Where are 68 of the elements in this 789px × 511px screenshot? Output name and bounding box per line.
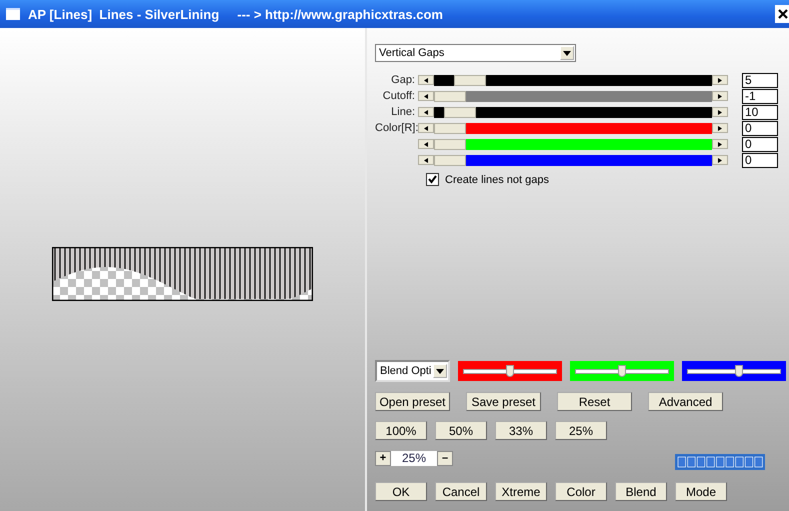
right-arrow-icon xyxy=(718,158,722,162)
slider-label: Cutoff: xyxy=(382,90,415,102)
left-arrow-icon xyxy=(424,126,428,130)
slider-thumb[interactable] xyxy=(506,364,514,376)
left-arrow-icon xyxy=(424,158,428,162)
close-icon xyxy=(778,9,788,19)
right-arrow-icon xyxy=(718,94,722,98)
caret-icon xyxy=(436,368,444,374)
zoom-button[interactable]: 25% xyxy=(555,421,607,440)
action-button[interactable]: Xtreme xyxy=(495,482,547,501)
slider[interactable] xyxy=(418,106,728,118)
preset-button[interactable]: Save preset xyxy=(466,392,541,411)
checkbox-label: Create lines not gaps xyxy=(445,174,549,186)
blend-slider[interactable] xyxy=(682,361,786,381)
preset-button[interactable]: Advanced xyxy=(648,392,723,411)
blend-slider[interactable] xyxy=(570,361,674,381)
zoom-out-button[interactable]: – xyxy=(437,450,453,466)
caret-icon xyxy=(563,50,571,56)
right-arrow-icon xyxy=(718,78,722,82)
right-arrow-icon xyxy=(718,126,722,130)
zoom-button[interactable]: 50% xyxy=(435,421,487,440)
slider-thumb[interactable] xyxy=(434,154,466,166)
zoom-button[interactable]: 100% xyxy=(375,421,427,440)
slider[interactable] xyxy=(418,138,728,150)
value-field[interactable]: 0 xyxy=(742,152,778,168)
slider[interactable] xyxy=(418,154,728,166)
slider[interactable] xyxy=(418,74,728,86)
value-field[interactable]: 0 xyxy=(742,120,778,136)
slider-thumb[interactable] xyxy=(734,364,743,376)
window-icon xyxy=(6,8,20,20)
slider-label: Line: xyxy=(390,106,415,118)
slider-thumb[interactable] xyxy=(454,74,486,86)
left-arrow-icon xyxy=(424,110,428,114)
left-arrow-icon xyxy=(424,94,428,98)
right-arrow-icon xyxy=(718,110,722,114)
blend-dropdown[interactable]: Blend Opti xyxy=(375,360,450,382)
window-title: AP [Lines] Lines - SilverLining --- > http://www.graphicxtras.com xyxy=(28,6,444,22)
preset-button[interactable]: Reset xyxy=(557,392,632,411)
zoom-button[interactable]: 33% xyxy=(495,421,547,440)
slider-thumb[interactable] xyxy=(618,364,626,376)
preset-button[interactable]: Open preset xyxy=(375,392,450,411)
slider-label: Gap: xyxy=(390,74,415,86)
action-button[interactable]: OK xyxy=(375,482,427,501)
blend-slider[interactable] xyxy=(458,361,562,381)
value-field[interactable]: 5 xyxy=(742,72,778,88)
slider-thumb[interactable] xyxy=(434,138,466,150)
action-button[interactable]: Cancel xyxy=(435,482,487,501)
value-field[interactable]: 0 xyxy=(742,136,778,152)
right-arrow-icon xyxy=(718,142,722,146)
slider-thumb[interactable] xyxy=(444,106,476,118)
zoom-field[interactable]: 25% xyxy=(391,450,437,466)
slider-thumb[interactable] xyxy=(434,122,466,134)
slider[interactable] xyxy=(418,90,728,102)
action-button[interactable]: Color xyxy=(555,482,607,501)
value-field[interactable]: -1 xyxy=(742,88,778,104)
left-arrow-icon xyxy=(424,142,428,146)
checkbox[interactable] xyxy=(426,173,439,186)
close-button[interactable] xyxy=(775,5,789,23)
slider-thumb[interactable] xyxy=(434,90,466,102)
value-field[interactable]: 10 xyxy=(742,104,778,120)
action-button[interactable]: Blend xyxy=(615,482,667,501)
zoom-in-button[interactable]: + xyxy=(375,450,391,466)
slider[interactable] xyxy=(418,122,728,134)
mode-dropdown[interactable]: Vertical Gaps xyxy=(375,44,576,62)
left-arrow-icon xyxy=(424,78,428,82)
action-button[interactable]: Mode xyxy=(675,482,727,501)
slider-label: Color[R]: xyxy=(375,122,415,134)
checkmark-icon xyxy=(428,175,437,184)
